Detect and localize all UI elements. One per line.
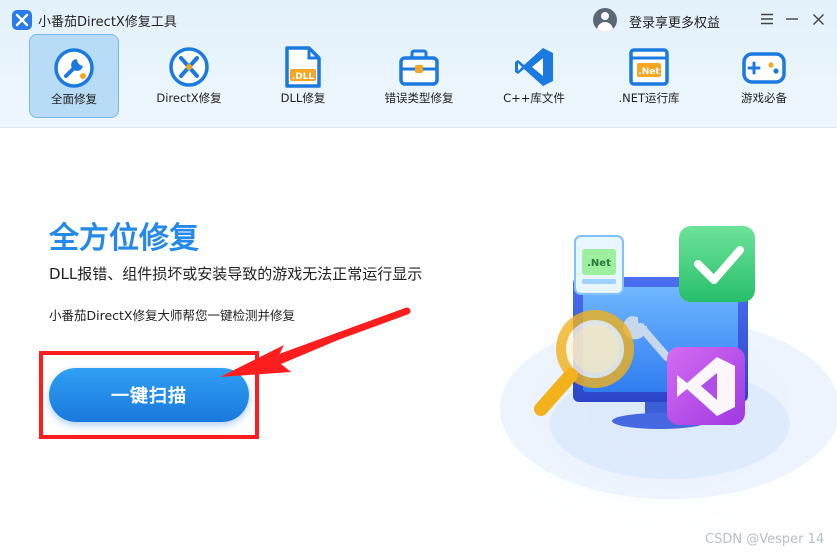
main-panel: 全方位修复 DLL报错、组件损坏或安装导致的游戏无法正常运行显示 小番茄Dire… <box>0 129 837 555</box>
hamburger-menu-icon[interactable] <box>756 8 778 30</box>
title-bar: 小番茄DirectX修复工具 登录享更多权益 <box>0 0 837 36</box>
tab-cpp-library[interactable]: C++库文件 <box>489 34 579 118</box>
visual-studio-icon <box>511 44 557 90</box>
directx-icon <box>166 44 212 90</box>
minimize-icon[interactable] <box>781 8 803 30</box>
repair-illustration: .Net <box>460 226 837 529</box>
user-avatar-icon[interactable] <box>593 8 617 32</box>
tab-label: DirectX修复 <box>156 91 222 105</box>
tab-label: 错误类型修复 <box>384 91 454 105</box>
tab-label: 游戏必备 <box>741 91 787 105</box>
app-title: 小番茄DirectX修复工具 <box>38 15 177 30</box>
tab-directx-repair[interactable]: DirectX修复 <box>144 34 234 118</box>
app-logo-icon <box>12 10 32 30</box>
toolbox-icon <box>396 44 442 90</box>
hero-description: DLL报错、组件损坏或安装导致的游戏无法正常运行显示 <box>49 265 423 283</box>
tab-game-essentials[interactable]: 游戏必备 <box>719 34 809 118</box>
tab-full-repair[interactable]: 全面修复 <box>29 34 119 118</box>
watermark: CSDN @Vesper 14 <box>705 532 825 547</box>
hero-subtext: 小番茄DirectX修复大师帮您一键检测并修复 <box>49 308 295 323</box>
tab-label: DLL修复 <box>280 91 326 105</box>
svg-text:.DLL: .DLL <box>292 72 315 82</box>
net-label: .Net <box>587 258 611 269</box>
tab-label: 全面修复 <box>51 92 97 106</box>
login-link[interactable]: 登录享更多权益 <box>629 12 720 31</box>
tab-dotnet-runtime[interactable]: .Net .NET运行库 <box>604 34 694 118</box>
tab-error-type-repair[interactable]: 错误类型修复 <box>374 34 464 118</box>
app-window: 小番茄DirectX修复工具 登录享更多权益 全面修复 DirectX修复 .D… <box>0 0 837 555</box>
svg-text:.Net: .Net <box>638 67 660 77</box>
wrench-icon <box>51 45 97 91</box>
hero-title: 全方位修复 <box>49 221 199 256</box>
annotation-highlight-box <box>39 351 259 439</box>
tab-label: C++库文件 <box>503 91 565 105</box>
tab-dll-repair[interactable]: .DLL DLL修复 <box>258 34 348 118</box>
gamepad-icon <box>741 44 787 90</box>
dotnet-window-icon: .Net <box>626 44 672 90</box>
dll-file-icon: .DLL <box>280 44 326 90</box>
toolbar-header: 小番茄DirectX修复工具 登录享更多权益 全面修复 DirectX修复 .D… <box>0 0 837 128</box>
tab-label: .NET运行库 <box>618 91 680 105</box>
close-icon[interactable] <box>807 8 829 30</box>
